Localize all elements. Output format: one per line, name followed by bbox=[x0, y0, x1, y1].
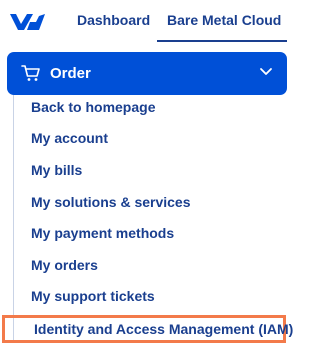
tab-dashboard[interactable]: Dashboard bbox=[77, 12, 150, 28]
top-navigation: Dashboard Bare Metal Cloud bbox=[0, 0, 287, 42]
menu-item-my-support-tickets[interactable]: My support tickets bbox=[13, 282, 285, 313]
order-menu-button[interactable]: Order bbox=[7, 52, 287, 95]
menu-item-my-bills[interactable]: My bills bbox=[13, 156, 285, 187]
cart-icon bbox=[21, 65, 40, 81]
menu-item-my-solutions-services[interactable]: My solutions & services bbox=[13, 188, 285, 219]
tab-bare-metal-cloud[interactable]: Bare Metal Cloud bbox=[167, 12, 281, 28]
menu-item-my-account[interactable]: My account bbox=[13, 124, 285, 155]
active-tab-indicator bbox=[157, 40, 287, 42]
menu-item-iam[interactable]: Identity and Access Management (IAM) bbox=[2, 315, 293, 343]
chevron-down-icon[interactable] bbox=[259, 67, 273, 77]
menu-item-back-to-homepage[interactable]: Back to homepage bbox=[13, 93, 285, 124]
order-label: Order bbox=[50, 65, 91, 82]
ovhcloud-logo-icon[interactable] bbox=[8, 10, 46, 34]
menu-item-my-payment-methods[interactable]: My payment methods bbox=[13, 219, 285, 250]
menu-item-my-orders[interactable]: My orders bbox=[13, 251, 285, 282]
